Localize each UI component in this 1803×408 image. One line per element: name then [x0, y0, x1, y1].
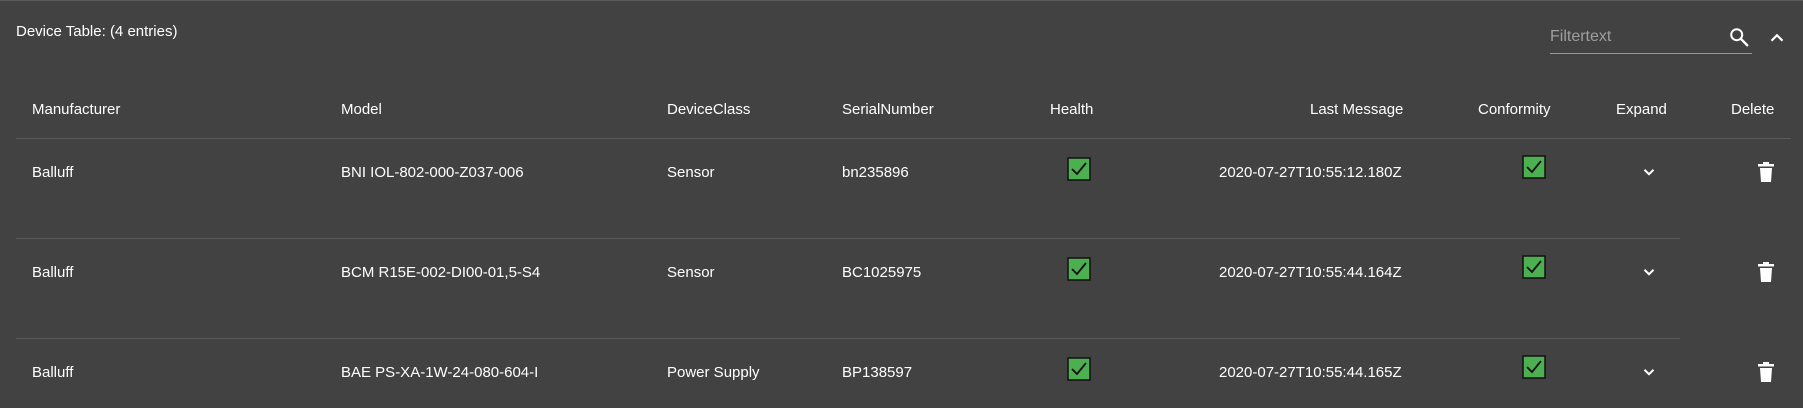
header-model[interactable]: Model [341, 101, 382, 118]
cell-last-message: 2020-07-27T10:55:12.180Z [1219, 164, 1402, 181]
cell-model: BCM R15E-002-DI00-01,5-S4 [341, 264, 541, 281]
cell-model: BNI IOL-802-000-Z037-006 [341, 164, 524, 181]
table-row: Balluff BCM R15E-002-DI00-01,5-S4 Sensor… [16, 238, 1774, 307]
trash-icon[interactable] [1756, 361, 1776, 383]
health-checkbox-icon [1067, 257, 1091, 281]
device-table-panel: Device Table: (4 entries) Manufacturer M… [0, 0, 1803, 408]
header-serial-number[interactable]: SerialNumber [842, 101, 934, 118]
conformity-checkbox-icon [1522, 355, 1546, 379]
header-last-message[interactable]: Last Message [1310, 101, 1403, 118]
cell-last-message: 2020-07-27T10:55:44.164Z [1219, 264, 1402, 281]
health-checkbox-icon [1067, 357, 1091, 381]
filter-field[interactable] [1550, 21, 1752, 54]
cell-last-message: 2020-07-27T10:55:44.165Z [1219, 364, 1402, 381]
table-title: Device Table: (4 entries) [16, 23, 178, 40]
cell-serial-number: bn235896 [842, 164, 909, 181]
cell-manufacturer: Balluff [32, 164, 74, 181]
filter-input[interactable] [1550, 25, 1720, 49]
cell-device-class: Sensor [667, 164, 715, 181]
header-delete: Delete [1731, 101, 1775, 118]
cell-serial-number: BP138597 [842, 364, 913, 381]
health-checkbox-icon [1067, 157, 1091, 181]
header-conformity[interactable]: Conformity [1478, 101, 1551, 118]
cell-serial-number: BC1025975 [842, 264, 922, 281]
cell-device-class: Power Supply [667, 364, 760, 381]
conformity-checkbox-icon [1522, 155, 1546, 179]
chevron-up-icon[interactable] [1766, 27, 1788, 49]
cell-manufacturer: Balluff [32, 264, 74, 281]
table-row: Balluff BAE PS-XA-1W-24-080-604-I Power … [16, 338, 1774, 407]
chevron-down-icon[interactable] [1640, 263, 1658, 281]
cell-model: BAE PS-XA-1W-24-080-604-I [341, 364, 539, 381]
header-manufacturer[interactable]: Manufacturer [32, 101, 120, 118]
cell-device-class: Sensor [667, 264, 715, 281]
trash-icon[interactable] [1756, 161, 1776, 183]
conformity-checkbox-icon [1522, 255, 1546, 279]
header-device-class[interactable]: DeviceClass [667, 101, 750, 118]
table-row: Balluff BNI IOL-802-000-Z037-006 Sensor … [16, 138, 1791, 207]
header-expand: Expand [1616, 101, 1667, 118]
search-icon[interactable] [1728, 26, 1750, 48]
trash-icon[interactable] [1756, 261, 1776, 283]
cell-manufacturer: Balluff [32, 364, 74, 381]
chevron-down-icon[interactable] [1640, 363, 1658, 381]
header-health[interactable]: Health [1050, 101, 1093, 118]
chevron-down-icon[interactable] [1640, 163, 1658, 181]
